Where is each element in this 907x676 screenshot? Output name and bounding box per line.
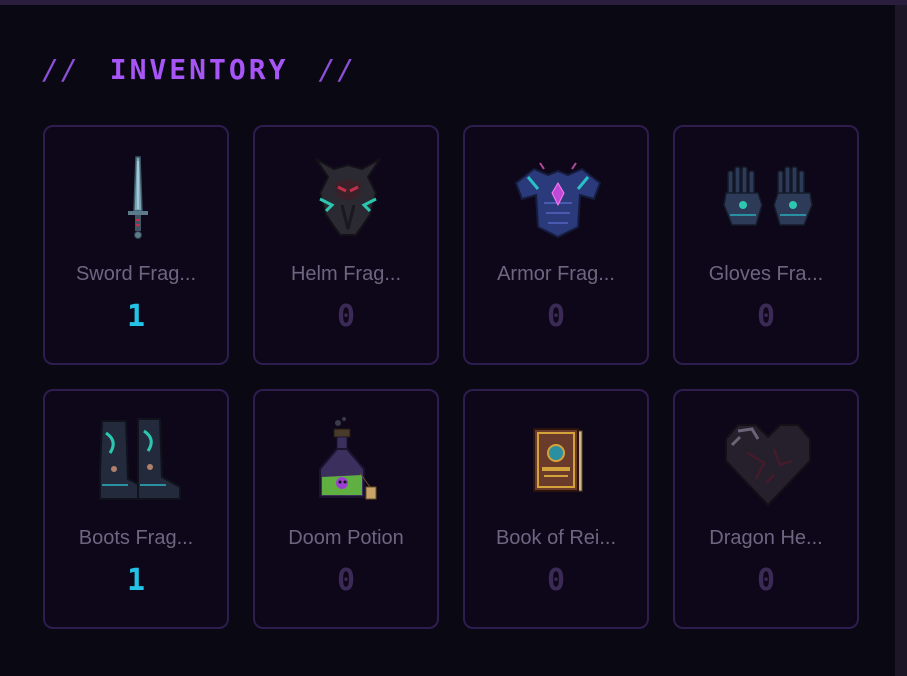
potion-icon — [298, 413, 398, 513]
gloves-icon — [718, 149, 818, 249]
item-count: 1 — [126, 299, 146, 334]
heart-icon — [718, 413, 818, 513]
item-name: Dragon He... — [709, 527, 823, 549]
item-name: Book of Rei... — [495, 527, 617, 549]
boots-icon — [88, 413, 188, 513]
item-count: 1 — [126, 563, 146, 598]
inventory-slot-doom-potion[interactable]: Doom Potion 0 — [253, 389, 439, 629]
armor-icon — [508, 149, 608, 249]
inventory-slot-armor[interactable]: Armor Frag... 0 — [463, 125, 649, 365]
sword-icon — [88, 149, 188, 249]
helm-icon — [298, 149, 398, 249]
item-count: 0 — [546, 299, 566, 334]
top-border — [0, 0, 907, 5]
inventory-slot-sword[interactable]: Sword Frag... 1 — [43, 125, 229, 365]
item-count: 0 — [336, 563, 356, 598]
inventory-title: // INVENTORY // — [42, 52, 356, 86]
item-count: 0 — [336, 299, 356, 334]
scrollbar[interactable] — [895, 5, 907, 676]
item-name: Helm Frag... — [290, 263, 402, 285]
title-right-deco: // — [318, 52, 357, 86]
inventory-slot-book[interactable]: Book of Rei... 0 — [463, 389, 649, 629]
item-name: Gloves Fra... — [708, 263, 824, 285]
title-left-deco: // — [42, 52, 80, 86]
book-icon — [508, 413, 608, 513]
item-name: Doom Potion — [288, 527, 404, 549]
item-name: Boots Frag... — [78, 527, 194, 549]
title-text: INVENTORY — [109, 52, 289, 86]
item-name: Sword Frag... — [75, 263, 197, 285]
inventory-slot-boots[interactable]: Boots Frag... 1 — [43, 389, 229, 629]
inventory-slot-gloves[interactable]: Gloves Fra... 0 — [673, 125, 859, 365]
inventory-slot-dragon-heart[interactable]: Dragon He... 0 — [673, 389, 859, 629]
inventory-slot-helm[interactable]: Helm Frag... 0 — [253, 125, 439, 365]
item-count: 0 — [756, 299, 776, 334]
item-count: 0 — [756, 563, 776, 598]
item-name: Armor Frag... — [497, 263, 615, 285]
inventory-grid: Sword Frag... 1 Helm Frag... 0 Armor Fra… — [43, 125, 859, 629]
item-count: 0 — [546, 563, 566, 598]
